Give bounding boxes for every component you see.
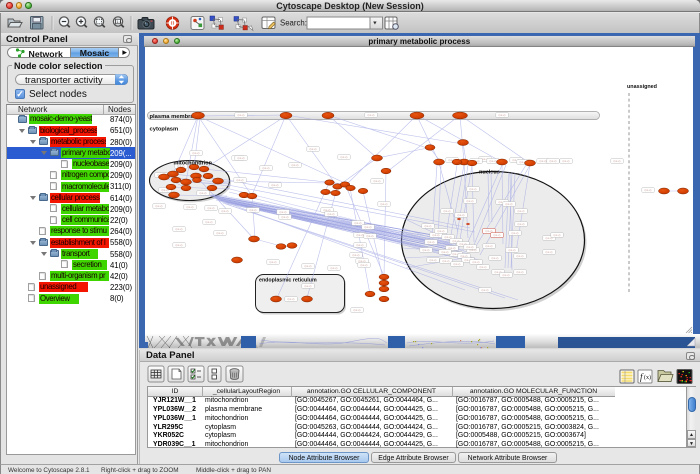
svg-text:1:1: 1:1 bbox=[116, 19, 122, 24]
svg-text:(xx-x): (xx-x) bbox=[554, 233, 561, 237]
svg-text:(xx-x): (xx-x) bbox=[280, 210, 287, 214]
svg-text:(xx-x): (xx-x) bbox=[645, 188, 652, 192]
svg-text:(xx-x): (xx-x) bbox=[614, 159, 621, 163]
svg-text:(xx-x): (xx-x) bbox=[428, 240, 435, 244]
svg-text:(xx-x): (xx-x) bbox=[187, 205, 194, 209]
svg-text:(xx-x): (xx-x) bbox=[367, 234, 374, 238]
svg-text:(xx-x): (xx-x) bbox=[193, 151, 200, 155]
svg-text:(xx-x): (xx-x) bbox=[470, 187, 477, 191]
svg-text:(xx-x): (xx-x) bbox=[540, 159, 547, 163]
svg-text:(xx-x): (xx-x) bbox=[494, 233, 501, 237]
svg-text:(xx-x): (xx-x) bbox=[517, 270, 524, 274]
svg-text:(xx-x): (xx-x) bbox=[546, 250, 553, 254]
svg-text:(xx-x): (xx-x) bbox=[444, 209, 451, 213]
svg-text:(xx-x): (xx-x) bbox=[357, 233, 364, 237]
svg-text:(xx-x): (xx-x) bbox=[509, 248, 516, 252]
svg-text:(xx-x): (xx-x) bbox=[292, 163, 299, 167]
svg-text:(xx-x): (xx-x) bbox=[467, 245, 474, 249]
svg-text:(xx-x): (xx-x) bbox=[473, 260, 480, 264]
svg-text:(xx-x): (xx-x) bbox=[282, 215, 289, 219]
svg-text:(xx-x): (xx-x) bbox=[438, 229, 445, 233]
svg-text:(xx-x): (xx-x) bbox=[499, 113, 506, 117]
svg-text:cytoplasm: cytoplasm bbox=[150, 127, 179, 133]
svg-text:(xx-x): (xx-x) bbox=[458, 213, 465, 217]
svg-text:(xx-x): (xx-x) bbox=[206, 220, 213, 224]
svg-text:mitochondrion: mitochondrion bbox=[174, 161, 213, 167]
svg-text:(xx-x): (xx-x) bbox=[433, 233, 440, 237]
svg-text:(xx-x): (xx-x) bbox=[506, 202, 513, 206]
svg-text:endoplasmic reticulum: endoplasmic reticulum bbox=[259, 278, 317, 284]
svg-text:(xx-x): (xx-x) bbox=[374, 179, 381, 183]
svg-text:(xx-x): (xx-x) bbox=[237, 178, 244, 182]
svg-text:(xx-x): (xx-x) bbox=[354, 308, 361, 312]
svg-text:(xx-x): (xx-x) bbox=[503, 273, 510, 277]
svg-text:(xx-x): (xx-x) bbox=[423, 248, 430, 252]
svg-text:(xx-x): (xx-x) bbox=[486, 244, 493, 248]
svg-text:(xx-x): (xx-x) bbox=[353, 253, 360, 257]
svg-text:(xx-x): (xx-x) bbox=[357, 243, 364, 247]
svg-text:(xx-x): (xx-x) bbox=[328, 212, 335, 216]
svg-text:(xx-x): (xx-x) bbox=[331, 266, 338, 270]
svg-text:(xx-x): (xx-x) bbox=[454, 262, 461, 266]
svg-text:(xx-x): (xx-x) bbox=[512, 231, 519, 235]
svg-text:(xx-x): (xx-x) bbox=[310, 147, 317, 151]
svg-text:(xx-x): (xx-x) bbox=[467, 199, 474, 203]
svg-text:(xx-x): (xx-x) bbox=[482, 288, 489, 292]
svg-text:(xx-x): (xx-x) bbox=[176, 227, 183, 231]
svg-text:Search:: Search: bbox=[280, 19, 307, 28]
svg-text:(xx-x): (xx-x) bbox=[217, 231, 224, 235]
svg-text:(xx-x): (xx-x) bbox=[425, 224, 432, 228]
svg-text:(xx-x): (xx-x) bbox=[518, 209, 525, 213]
svg-text:(xx-x): (xx-x) bbox=[480, 265, 487, 269]
svg-text:(xx-x): (xx-x) bbox=[361, 263, 368, 267]
svg-text:(xx-x): (xx-x) bbox=[442, 250, 449, 254]
svg-text:(xx-x): (xx-x) bbox=[490, 159, 497, 163]
svg-text:(xx-x): (xx-x) bbox=[305, 284, 312, 288]
svg-text:(xx-x): (xx-x) bbox=[156, 204, 163, 208]
svg-text:(xx-x): (xx-x) bbox=[492, 256, 499, 260]
svg-text:(xx-x): (xx-x) bbox=[381, 202, 388, 206]
svg-text:(xx-x): (xx-x) bbox=[341, 155, 348, 159]
svg-text:(xx-x): (xx-x) bbox=[365, 225, 372, 229]
svg-text:nucleus: nucleus bbox=[479, 170, 500, 176]
svg-text:(xx-x): (xx-x) bbox=[238, 156, 245, 160]
svg-text:(xx-x): (xx-x) bbox=[518, 222, 525, 226]
svg-text:(xx-x): (xx-x) bbox=[430, 258, 437, 262]
svg-text:(xx-x): (xx-x) bbox=[517, 254, 524, 258]
svg-text:(xx-x): (xx-x) bbox=[238, 113, 245, 117]
svg-text:(xx-x): (xx-x) bbox=[263, 166, 270, 170]
svg-text:(xx-x): (xx-x) bbox=[368, 113, 375, 117]
svg-text:(xx-x): (xx-x) bbox=[200, 191, 207, 195]
svg-text:(xx-x): (xx-x) bbox=[443, 259, 450, 263]
svg-text:(xx-x): (xx-x) bbox=[176, 243, 183, 247]
svg-text:(x): (x) bbox=[644, 374, 651, 381]
svg-text:(xx-x): (xx-x) bbox=[208, 206, 215, 210]
svg-text:(xx-x): (xx-x) bbox=[355, 221, 362, 225]
svg-text:(xx-x): (xx-x) bbox=[270, 260, 277, 264]
svg-text:(xx-x): (xx-x) bbox=[222, 209, 229, 213]
svg-text:(xx-x): (xx-x) bbox=[288, 297, 295, 301]
svg-text:(xx-x): (xx-x) bbox=[272, 183, 279, 187]
svg-text:(xx-x): (xx-x) bbox=[563, 159, 570, 163]
svg-text:(xx-x): (xx-x) bbox=[305, 264, 312, 268]
svg-text:(xx-x): (xx-x) bbox=[550, 159, 557, 163]
svg-text:(xx-x): (xx-x) bbox=[250, 208, 257, 212]
svg-text:unassigned: unassigned bbox=[627, 84, 657, 90]
